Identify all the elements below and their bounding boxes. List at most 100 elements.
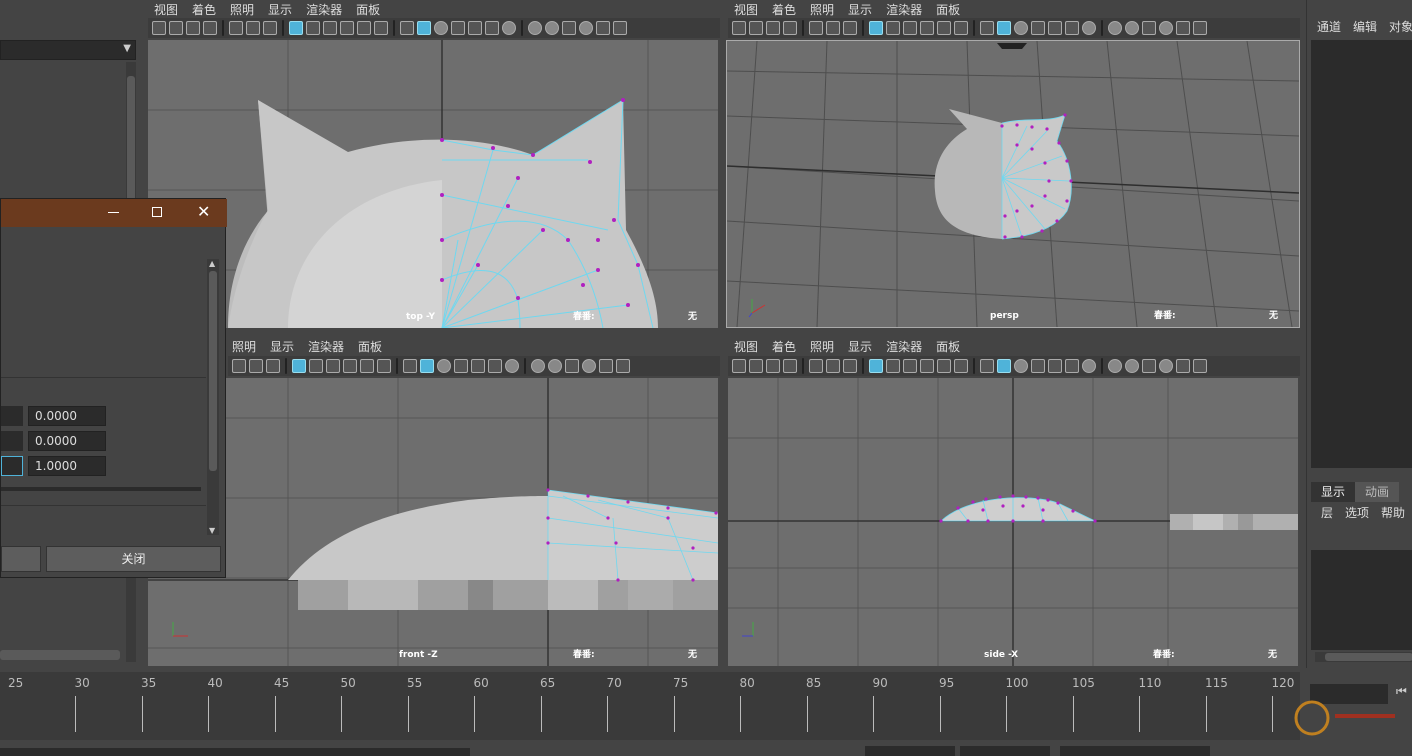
smooth-shade-icon[interactable] — [420, 359, 434, 373]
shadows-icon[interactable] — [505, 359, 519, 373]
range-field-1[interactable] — [865, 746, 955, 756]
menu-help[interactable]: 帮助 — [1381, 504, 1405, 521]
menu-channels[interactable]: 通道 — [1317, 18, 1341, 35]
shadows-icon[interactable] — [1082, 359, 1096, 373]
image-plane-icon[interactable] — [783, 21, 797, 35]
menu-renderer[interactable]: 渲染器 — [306, 1, 342, 18]
menu-view[interactable]: 视图 — [154, 1, 178, 18]
channel-box[interactable] — [1311, 40, 1412, 468]
isolate-icon[interactable] — [579, 21, 593, 35]
tab-display[interactable]: 显示 — [1311, 482, 1356, 502]
bookmark-icon[interactable] — [766, 359, 780, 373]
wireframe-icon[interactable] — [400, 21, 414, 35]
camera-attr-icon[interactable] — [169, 21, 183, 35]
smooth-shade-icon[interactable] — [417, 21, 431, 35]
resolution-gate-icon[interactable] — [323, 21, 337, 35]
xray-icon[interactable] — [599, 359, 613, 373]
smooth-shade-icon[interactable] — [997, 359, 1011, 373]
motion-blur-icon[interactable] — [1125, 21, 1139, 35]
wireframe-on-shaded-icon[interactable] — [451, 21, 465, 35]
close-button[interactable]: 关闭 — [46, 546, 221, 572]
grid-icon[interactable] — [289, 21, 303, 35]
resolution-gate-icon[interactable] — [903, 21, 917, 35]
image-plane-icon[interactable] — [203, 21, 217, 35]
default-material-icon[interactable] — [1014, 21, 1028, 35]
value-field-1[interactable]: 0.0000 — [28, 406, 106, 426]
menu-show[interactable]: 显示 — [270, 338, 294, 355]
range-slider[interactable] — [0, 748, 470, 756]
tab-animation[interactable]: 动画 — [1355, 482, 1400, 502]
xray-icon[interactable] — [596, 21, 610, 35]
resolution-gate-icon[interactable] — [903, 359, 917, 373]
textured-icon[interactable] — [1048, 21, 1062, 35]
ambient-occlusion-icon[interactable] — [531, 359, 545, 373]
bookmark-icon[interactable] — [766, 21, 780, 35]
menu-edit[interactable]: 编辑 — [1353, 18, 1377, 35]
grid-icon[interactable] — [869, 21, 883, 35]
wireframe-on-shaded-icon[interactable] — [1031, 21, 1045, 35]
bookmark-icon[interactable] — [186, 21, 200, 35]
isolate-icon[interactable] — [1159, 359, 1173, 373]
field-chart-icon[interactable] — [357, 21, 371, 35]
range-field-3[interactable] — [1060, 746, 1210, 756]
ambient-occlusion-icon[interactable] — [528, 21, 542, 35]
2d-pan-icon[interactable] — [826, 21, 840, 35]
menu-lighting[interactable]: 照明 — [810, 1, 834, 18]
grid-icon[interactable] — [869, 359, 883, 373]
isolate-icon[interactable] — [582, 359, 596, 373]
xray-icon[interactable] — [1176, 359, 1190, 373]
film-gate-icon[interactable] — [306, 21, 320, 35]
viewport-top[interactable]: top -Y 春番: 无 — [148, 40, 718, 328]
viewport-persp[interactable]: persp 春番: 无 — [726, 40, 1300, 328]
layer-hscrollbar[interactable] — [1315, 652, 1412, 662]
2d-pan-icon[interactable] — [249, 359, 263, 373]
field-chart-icon[interactable] — [360, 359, 374, 373]
ambient-occlusion-icon[interactable] — [1108, 359, 1122, 373]
pen-icon[interactable] — [843, 359, 857, 373]
default-material-icon[interactable] — [434, 21, 448, 35]
image-plane-icon[interactable] — [783, 359, 797, 373]
pen-icon[interactable] — [263, 21, 277, 35]
anti-alias-icon[interactable] — [1142, 359, 1156, 373]
wireframe-icon[interactable] — [980, 359, 994, 373]
textured-icon[interactable] — [471, 359, 485, 373]
anti-alias-icon[interactable] — [565, 359, 579, 373]
default-material-icon[interactable] — [1014, 359, 1028, 373]
motion-blur-icon[interactable] — [548, 359, 562, 373]
dialog-left-button[interactable] — [1, 546, 41, 572]
wireframe-on-shaded-icon[interactable] — [1031, 359, 1045, 373]
value-field-2[interactable]: 0.0000 — [28, 431, 106, 451]
xray-joints-icon[interactable] — [616, 359, 630, 373]
menu-renderer[interactable]: 渲染器 — [886, 1, 922, 18]
grid-icon[interactable] — [292, 359, 306, 373]
pen-icon[interactable] — [266, 359, 280, 373]
menu-shading[interactable]: 着色 — [772, 338, 796, 355]
close-icon[interactable]: ✕ — [197, 202, 210, 221]
camera-attr-icon[interactable] — [749, 21, 763, 35]
menu-lighting[interactable]: 照明 — [810, 338, 834, 355]
menu-renderer[interactable]: 渲染器 — [886, 338, 922, 355]
grease-pencil-icon[interactable] — [809, 359, 823, 373]
motion-blur-icon[interactable] — [545, 21, 559, 35]
camera-attr-icon[interactable] — [749, 359, 763, 373]
minimize-icon[interactable] — [108, 212, 119, 213]
wireframe-icon[interactable] — [403, 359, 417, 373]
xray-joints-icon[interactable] — [1193, 21, 1207, 35]
left-dropdown[interactable]: ▼ — [0, 40, 136, 60]
lights-icon[interactable] — [1065, 21, 1079, 35]
menu-panels[interactable]: 面板 — [936, 1, 960, 18]
safe-title-icon[interactable] — [954, 359, 968, 373]
dialog-titlebar[interactable]: ✕ — [1, 199, 227, 227]
safe-title-icon[interactable] — [954, 21, 968, 35]
wireframe-icon[interactable] — [980, 21, 994, 35]
textured-icon[interactable] — [1048, 359, 1062, 373]
menu-options[interactable]: 选项 — [1345, 504, 1369, 521]
menu-panels[interactable]: 面板 — [936, 338, 960, 355]
xray-joints-icon[interactable] — [1193, 359, 1207, 373]
viewport-side[interactable]: side -X 春番: 无 — [728, 378, 1298, 666]
field-left-2[interactable] — [1, 431, 23, 451]
field-left-1[interactable] — [1, 406, 23, 426]
field-chart-icon[interactable] — [937, 359, 951, 373]
maximize-icon[interactable] — [152, 207, 162, 217]
range-field-2[interactable] — [960, 746, 1050, 756]
